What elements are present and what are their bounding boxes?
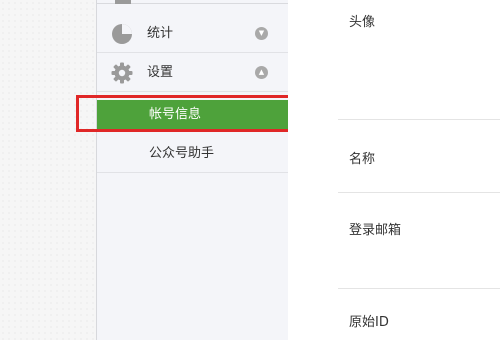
field-divider	[338, 192, 500, 193]
sidebar-item-statistics[interactable]: 统计 ▼	[97, 16, 288, 53]
sidebar-menu: 统计 ▼ 设置 ▲ 帐号信息 公众号助手	[96, 0, 289, 340]
field-label-name: 名称	[349, 152, 376, 167]
field-label-original-id: 原始ID	[349, 315, 389, 330]
account-info-panel: 头像 名称 登录邮箱 原始ID	[288, 0, 500, 340]
field-divider	[338, 288, 500, 289]
chevron-down-icon[interactable]: ▼	[255, 27, 268, 40]
sidebar-item-statistics-label: 统计	[147, 26, 174, 41]
sidebar-divider	[97, 172, 288, 173]
gear-icon	[111, 62, 133, 84]
sidebar-item-assistant-label: 公众号助手	[149, 146, 215, 161]
field-label-avatar: 头像	[349, 15, 376, 30]
highlight-box	[76, 95, 294, 132]
sidebar-item-settings-label: 设置	[147, 65, 174, 80]
sidebar-item-assistant[interactable]: 公众号助手	[97, 139, 288, 169]
sidebar-item-settings[interactable]: 设置 ▲	[97, 55, 288, 92]
chevron-up-icon[interactable]: ▲	[255, 66, 268, 79]
field-label-login-email: 登录邮箱	[349, 223, 402, 238]
pie-chart-icon	[112, 24, 132, 44]
previous-item-icon	[115, 0, 131, 4]
field-divider	[338, 119, 500, 120]
